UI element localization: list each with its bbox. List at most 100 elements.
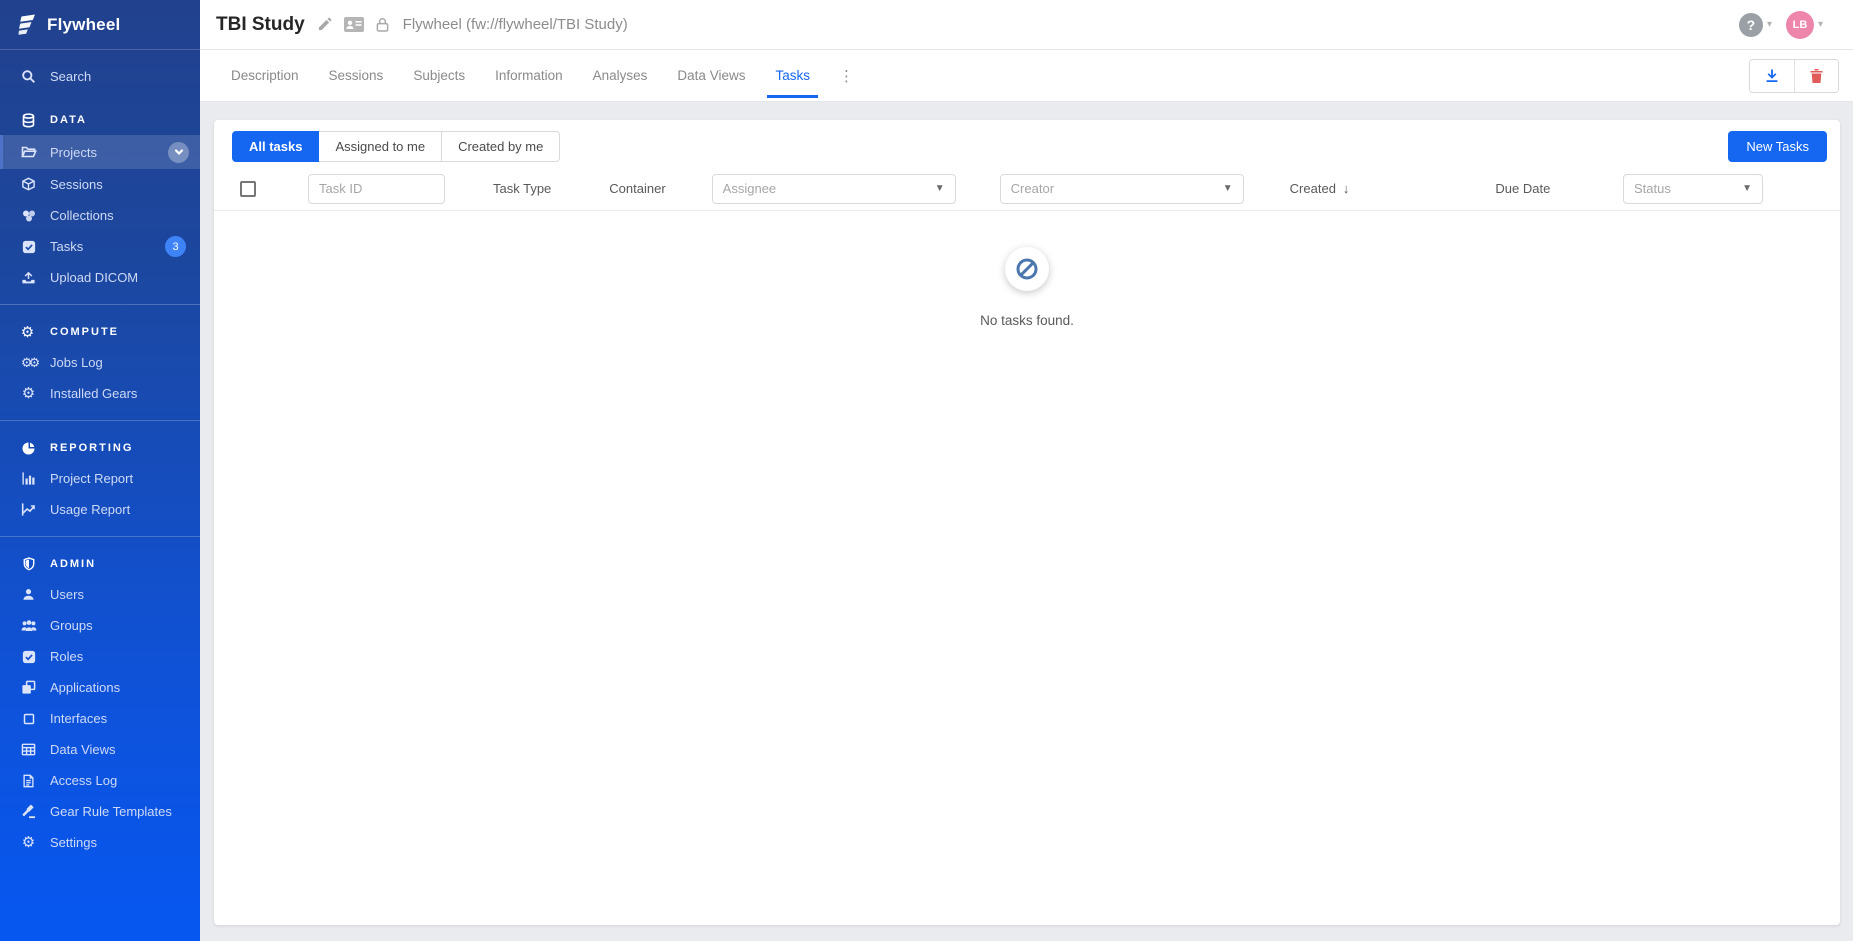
gear-icon: ⚙ — [20, 324, 37, 341]
sidebar-item-label: Gear Rule Templates — [50, 804, 172, 819]
sidebar-divider — [0, 536, 200, 537]
database-icon — [20, 112, 37, 129]
gears-icon: ⚙⚙ — [20, 354, 37, 371]
main-area: TBI Study Flywheel (fw://flywheel/TBI St… — [200, 0, 1853, 941]
id-card-icon[interactable] — [344, 17, 364, 32]
sidebar-item-label: Projects — [50, 145, 97, 160]
more-options-icon[interactable]: ⋮ — [839, 67, 854, 85]
logo[interactable]: Flywheel — [0, 0, 200, 50]
select-all-checkbox[interactable] — [240, 181, 256, 197]
sidebar-section-admin: ADMIN — [0, 549, 200, 579]
assignee-placeholder: Assignee — [723, 181, 776, 196]
sidebar-item-projects[interactable]: Projects — [0, 135, 200, 169]
gear-icon: ⚙ — [20, 385, 37, 402]
interfaces-icon — [20, 710, 37, 727]
tab-analyses[interactable]: Analyses — [593, 50, 648, 102]
sidebar-item-label: Settings — [50, 835, 97, 850]
filter-assigned-to-me-button[interactable]: Assigned to me — [319, 131, 442, 162]
project-title: TBI Study — [216, 14, 305, 36]
sidebar-item-usage-report[interactable]: Usage Report — [0, 494, 200, 525]
gear-icon: ⚙ — [20, 834, 37, 851]
tab-data-views[interactable]: Data Views — [677, 50, 745, 102]
sidebar-section-compute: ⚙ COMPUTE — [0, 317, 200, 347]
tab-information[interactable]: Information — [495, 50, 563, 102]
sidebar-item-label: Jobs Log — [50, 355, 103, 370]
table-icon — [20, 741, 37, 758]
sidebar-item-label: Sessions — [50, 177, 103, 192]
chevron-down-icon: ▼ — [935, 183, 945, 194]
sidebar-item-interfaces[interactable]: Interfaces — [0, 703, 200, 734]
new-tasks-button[interactable]: New Tasks — [1728, 131, 1827, 162]
lock-icon — [376, 17, 389, 32]
sidebar-item-settings[interactable]: ⚙ Settings — [0, 827, 200, 858]
filter-created-by-me-button[interactable]: Created by me — [442, 131, 560, 162]
content-area: All tasks Assigned to me Created by me N… — [200, 102, 1853, 941]
sidebar-item-tasks[interactable]: Tasks 3 — [0, 231, 200, 262]
sidebar-item-sessions[interactable]: Sessions — [0, 169, 200, 200]
delete-button[interactable] — [1794, 60, 1838, 92]
status-placeholder: Status — [1634, 181, 1671, 196]
bar-chart-icon — [20, 470, 37, 487]
sidebar-item-jobs-log[interactable]: ⚙⚙ Jobs Log — [0, 347, 200, 378]
task-filter-tabs: All tasks Assigned to me Created by me — [232, 131, 560, 162]
tasks-panel: All tasks Assigned to me Created by me N… — [214, 120, 1840, 925]
search-icon — [20, 68, 37, 85]
section-title-label: DATA — [50, 114, 87, 126]
applications-icon — [20, 679, 37, 696]
sidebar-item-label: Search — [50, 69, 91, 84]
tab-subjects[interactable]: Subjects — [413, 50, 465, 102]
sidebar-item-label: Applications — [50, 680, 120, 695]
task-id-input[interactable] — [308, 174, 445, 204]
tab-description[interactable]: Description — [231, 50, 299, 102]
folder-open-icon — [20, 144, 37, 161]
chevron-down-icon[interactable]: ▾ — [1818, 19, 1823, 30]
sidebar-item-users[interactable]: Users — [0, 579, 200, 610]
edit-pencil-icon[interactable] — [317, 17, 332, 32]
status-select[interactable]: Status ▼ — [1623, 174, 1763, 204]
line-chart-icon — [20, 501, 37, 518]
sidebar-item-gear-rule-templates[interactable]: Gear Rule Templates — [0, 796, 200, 827]
sidebar-item-access-log[interactable]: Access Log — [0, 765, 200, 796]
chevron-down-icon[interactable]: ▾ — [1767, 19, 1772, 30]
assignee-select[interactable]: Assignee ▼ — [712, 174, 956, 204]
sidebar-item-label: Collections — [50, 208, 114, 223]
cube-icon — [20, 176, 37, 193]
sidebar-item-label: Installed Gears — [50, 386, 137, 401]
logo-text: Flywheel — [47, 15, 120, 35]
chevron-down-icon[interactable] — [168, 142, 189, 163]
sidebar-item-label: Access Log — [50, 773, 117, 788]
tab-tasks[interactable]: Tasks — [775, 50, 810, 102]
sidebar-item-applications[interactable]: Applications — [0, 672, 200, 703]
sidebar-item-upload-dicom[interactable]: Upload DICOM — [0, 262, 200, 293]
download-button[interactable] — [1750, 60, 1794, 92]
sidebar-divider — [0, 420, 200, 421]
download-icon — [1764, 68, 1780, 84]
sidebar-item-data-views[interactable]: Data Views — [0, 734, 200, 765]
sidebar-item-label: Users — [50, 587, 84, 602]
app-window: Flywheel Search DATA Projects — [0, 0, 1853, 941]
help-button[interactable]: ? — [1739, 13, 1763, 37]
sidebar-item-installed-gears[interactable]: ⚙ Installed Gears — [0, 378, 200, 409]
project-path: Flywheel (fw://flywheel/TBI Study) — [403, 16, 628, 33]
tasks-count-badge: 3 — [165, 236, 186, 257]
upload-icon — [20, 269, 37, 286]
gavel-icon — [20, 803, 37, 820]
sidebar-divider — [0, 304, 200, 305]
sidebar-item-search[interactable]: Search — [0, 59, 200, 93]
tab-sessions[interactable]: Sessions — [329, 50, 384, 102]
filter-all-tasks-button[interactable]: All tasks — [232, 131, 319, 162]
sidebar-item-groups[interactable]: Groups — [0, 610, 200, 641]
column-created-sort[interactable]: Created ↓ — [1290, 181, 1350, 196]
chevron-down-icon: ▼ — [1223, 183, 1233, 194]
creator-select[interactable]: Creator ▼ — [1000, 174, 1244, 204]
sidebar-item-roles[interactable]: Roles — [0, 641, 200, 672]
shield-icon — [20, 556, 37, 573]
creator-placeholder: Creator — [1011, 181, 1054, 196]
sidebar-item-collections[interactable]: Collections — [0, 200, 200, 231]
section-title-label: ADMIN — [50, 558, 96, 570]
project-header: TBI Study Flywheel (fw://flywheel/TBI St… — [200, 0, 1853, 50]
sidebar-item-project-report[interactable]: Project Report — [0, 463, 200, 494]
column-due-date: Due Date — [1495, 181, 1550, 196]
flywheel-logo-icon — [18, 14, 38, 36]
user-avatar[interactable]: LB — [1786, 11, 1814, 39]
